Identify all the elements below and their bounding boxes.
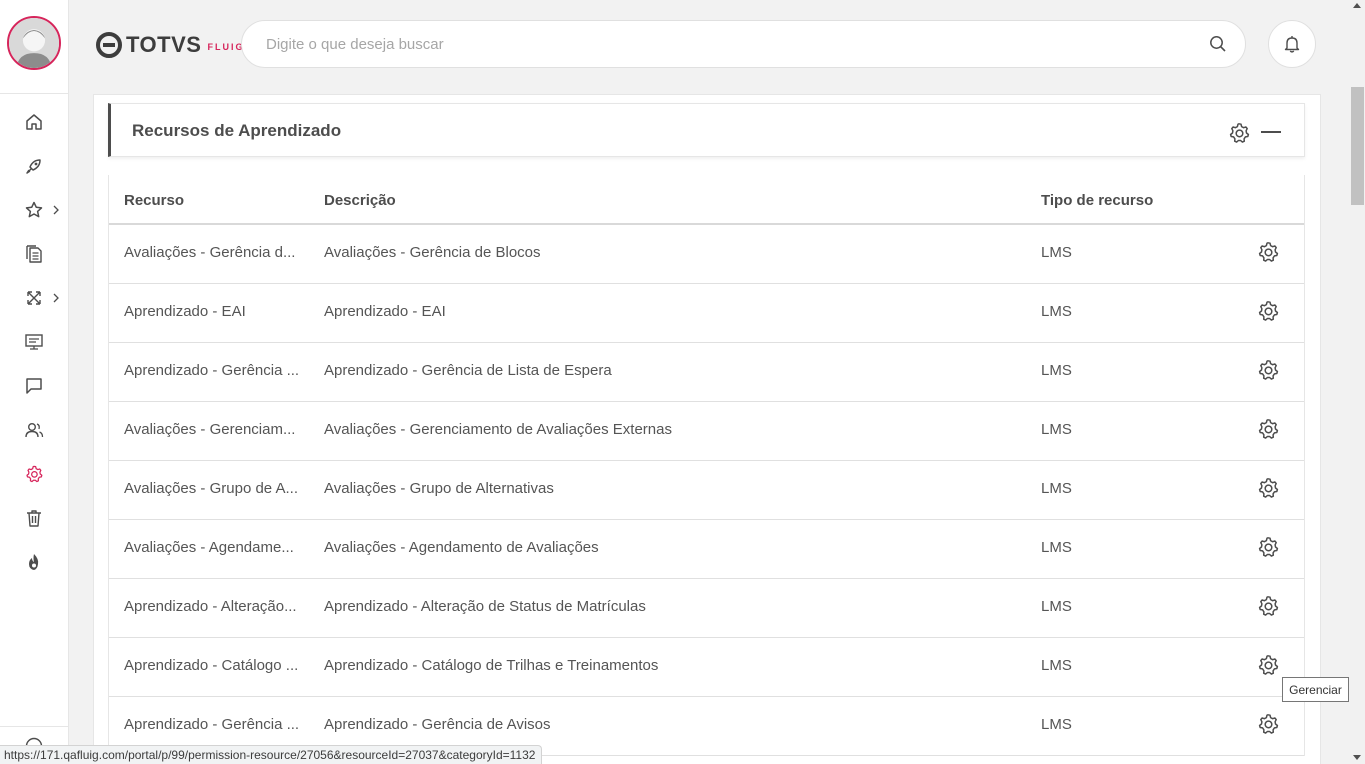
table-row[interactable]: Avaliações - Gerência d... Avaliações - G… [109, 225, 1304, 284]
home-icon [26, 114, 42, 130]
resource-name-cell: Avaliações - Grupo de A... [124, 480, 298, 497]
resource-type-cell: LMS [1041, 244, 1072, 261]
sidebar-item-home[interactable] [20, 108, 48, 136]
sidebar-item-processes[interactable] [20, 284, 48, 312]
chevron-right-icon [53, 293, 59, 303]
widget-header: Recursos de Aprendizado [108, 103, 1305, 157]
scroll-down-arrow-icon[interactable] [1353, 755, 1361, 760]
resource-type-cell: LMS [1041, 480, 1072, 497]
scroll-up-arrow-icon[interactable] [1353, 3, 1361, 8]
workflow-icon [27, 291, 41, 305]
widget-settings-gear-icon[interactable] [1227, 121, 1251, 145]
learning-resources-widget: Recursos de Aprendizado Recurso Descriçã… [108, 103, 1305, 764]
resource-description-cell: Avaliações - Grupo de Alternativas [324, 480, 554, 497]
notifications-button[interactable] [1268, 20, 1316, 68]
manage-gear-icon[interactable] [1256, 535, 1280, 559]
star-icon [25, 201, 43, 218]
top-header: TOTVS FLUIG [69, 0, 1350, 88]
logo-text: TOTVS [126, 32, 202, 57]
user-avatar-icon [9, 18, 59, 68]
users-icon [25, 423, 44, 438]
table-row[interactable]: Aprendizado - Gerência ... Aprendizado - … [109, 343, 1304, 402]
scrollbar-thumb[interactable] [1351, 87, 1364, 205]
totvs-logo-icon [96, 32, 122, 58]
sidebar-item-users[interactable] [20, 416, 48, 444]
table-row[interactable]: Avaliações - Agendame... Avaliações - Age… [109, 520, 1304, 579]
resource-description-cell: Aprendizado - Gerência de Lista de Esper… [324, 362, 612, 379]
search-icon[interactable] [1209, 35, 1227, 53]
sidebar-item-favorites[interactable] [20, 196, 48, 224]
manage-gear-icon[interactable] [1256, 299, 1280, 323]
chat-icon [26, 378, 42, 394]
logo-subtext: FLUIG [207, 41, 245, 52]
presentation-icon [25, 334, 43, 350]
sidebar-bottom-divider [0, 726, 69, 727]
column-header-type[interactable]: Tipo de recurso [1041, 192, 1153, 209]
sidebar-item-settings[interactable] [20, 460, 48, 488]
resource-name-cell: Aprendizado - EAI [124, 303, 246, 320]
table-row[interactable]: Avaliações - Gerenciam... Avaliações - Ge… [109, 402, 1304, 461]
resource-type-cell: LMS [1041, 539, 1072, 556]
sidebar-item-social[interactable] [20, 152, 48, 180]
sidebar-item-messages[interactable] [20, 372, 48, 400]
resource-type-cell: LMS [1041, 303, 1072, 320]
resource-name-cell: Aprendizado - Catálogo ... [124, 657, 299, 674]
status-bar-url: https://171.qafluig.com/portal/p/99/perm… [0, 745, 543, 764]
widget-title: Recursos de Aprendizado [132, 121, 342, 140]
resource-name-cell: Avaliações - Gerenciam... [124, 421, 296, 438]
sidebar-item-pages[interactable] [20, 328, 48, 356]
resource-type-cell: LMS [1041, 362, 1072, 379]
resource-description-cell: Avaliações - Agendamento de Avaliações [324, 539, 599, 556]
sidebar [0, 0, 69, 764]
gear-icon [26, 465, 43, 483]
manage-gear-icon[interactable] [1256, 358, 1280, 382]
sidebar-item-learning[interactable] [20, 548, 48, 576]
manage-gear-icon[interactable] [1256, 712, 1280, 736]
search-input[interactable] [266, 21, 1186, 67]
table-row[interactable]: Aprendizado - Catálogo ... Aprendizado - … [109, 638, 1304, 697]
search-box[interactable] [241, 20, 1246, 68]
manage-gear-icon[interactable] [1256, 653, 1280, 677]
resource-description-cell: Avaliações - Gerenciamento de Avaliações… [324, 421, 672, 438]
sidebar-item-documents[interactable] [20, 240, 48, 268]
manage-tooltip: Gerenciar [1282, 677, 1349, 702]
table-row[interactable]: Aprendizado - EAI Aprendizado - EAI LMS [109, 284, 1304, 343]
resource-description-cell: Aprendizado - Gerência de Avisos [324, 716, 551, 733]
column-header-resource[interactable]: Recurso [124, 192, 184, 209]
table-row[interactable]: Aprendizado - Alteração... Aprendizado - … [109, 579, 1304, 638]
resource-name-cell: Avaliações - Gerência d... [124, 244, 296, 261]
resources-table: Recurso Descrição Tipo de recurso Avalia… [108, 175, 1305, 756]
rocket-icon [26, 159, 41, 174]
table-header: Recurso Descrição Tipo de recurso [109, 175, 1304, 225]
manage-gear-icon[interactable] [1256, 594, 1280, 618]
logo[interactable]: TOTVS FLUIG [96, 31, 244, 59]
flame-icon [29, 554, 39, 570]
table-row[interactable]: Avaliações - Grupo de A... Avaliações - G… [109, 461, 1304, 520]
avatar[interactable] [7, 16, 61, 70]
manage-gear-icon[interactable] [1256, 476, 1280, 500]
resource-name-cell: Aprendizado - Gerência ... [124, 716, 300, 733]
trash-icon [27, 510, 41, 527]
chevron-right-icon [53, 205, 59, 215]
sidebar-item-trash[interactable] [20, 504, 48, 532]
manage-gear-icon[interactable] [1256, 240, 1280, 264]
resource-description-cell: Aprendizado - Alteração de Status de Mat… [324, 598, 646, 615]
resource-name-cell: Aprendizado - Gerência ... [124, 362, 300, 379]
table-body: Avaliações - Gerência d... Avaliações - G… [109, 225, 1304, 756]
resource-type-cell: LMS [1041, 421, 1072, 438]
resource-description-cell: Aprendizado - EAI [324, 303, 446, 320]
column-header-description[interactable]: Descrição [324, 192, 396, 209]
minimize-icon[interactable] [1261, 131, 1281, 133]
resource-description-cell: Aprendizado - Catálogo de Trilhas e Trei… [324, 657, 659, 674]
resource-name-cell: Avaliações - Agendame... [124, 539, 294, 556]
manage-gear-icon[interactable] [1256, 417, 1280, 441]
resource-type-cell: LMS [1041, 657, 1072, 674]
resource-type-cell: LMS [1041, 716, 1072, 733]
resource-description-cell: Avaliações - Gerência de Blocos [324, 244, 541, 261]
sidebar-divider [0, 93, 69, 94]
resource-name-cell: Aprendizado - Alteração... [124, 598, 297, 615]
documents-icon [26, 245, 42, 263]
bell-icon [1284, 36, 1300, 53]
resource-type-cell: LMS [1041, 598, 1072, 615]
